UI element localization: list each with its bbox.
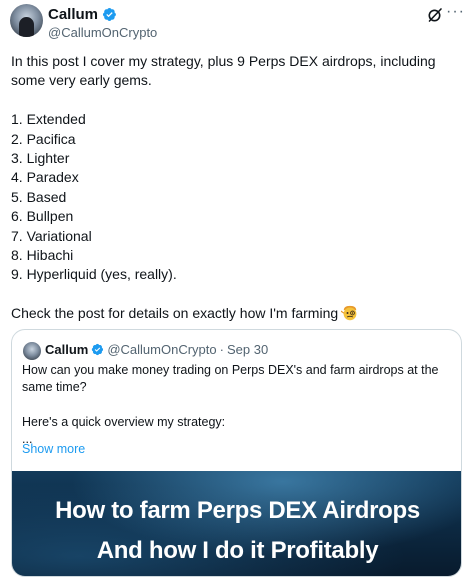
quoted-post[interactable]: Callum @CallumOnCrypto · Sep 30 How can … bbox=[11, 329, 462, 577]
verified-badge-icon bbox=[102, 8, 116, 21]
list-item: 5. Based bbox=[11, 188, 67, 205]
list-item: 2. Pacifica bbox=[11, 130, 76, 147]
quoted-post-image[interactable]: How to farm Perps DEX Airdrops And how I… bbox=[12, 471, 461, 576]
quoted-line: ... bbox=[22, 432, 33, 447]
post-outro: Check the post for details on exactly ho… bbox=[11, 304, 461, 323]
separator-dot: · bbox=[219, 342, 224, 357]
post-header: Callum @CallumOnCrypto ··· bbox=[0, 0, 474, 46]
quoted-author-avatar bbox=[23, 342, 41, 360]
image-headline: How to farm Perps DEX Airdrops bbox=[55, 497, 420, 524]
post-intro: In this post I cover my strategy, plus 9… bbox=[11, 53, 436, 89]
list-item: 4. Paradex bbox=[11, 169, 79, 186]
quoted-author-handle: @CallumOnCrypto bbox=[107, 342, 217, 357]
show-more-link[interactable]: Show more bbox=[22, 442, 85, 456]
verified-badge-icon bbox=[92, 343, 104, 356]
more-icon[interactable]: ··· bbox=[446, 3, 465, 21]
list-item: 9. Hyperliquid (yes, really). bbox=[11, 266, 177, 283]
list-item: 7. Variational bbox=[11, 227, 92, 244]
post-text: In this post I cover my strategy, plus 9… bbox=[11, 52, 461, 324]
image-subheadline: And how I do it Profitably bbox=[96, 537, 379, 564]
list-item: 6. Bullpen bbox=[11, 208, 74, 225]
quoted-line: Here's a quick overview my strategy: bbox=[22, 414, 226, 429]
quoted-author-name: Callum bbox=[45, 342, 89, 357]
grok-icon[interactable] bbox=[427, 7, 443, 23]
author-handle[interactable]: @CallumOnCrypto bbox=[48, 25, 157, 40]
quoted-post-date: Sep 30 bbox=[226, 342, 269, 357]
quoted-post-text: How can you make money trading on Perps … bbox=[22, 362, 452, 448]
quoted-author-row: Callum @CallumOnCrypto · Sep 30 bbox=[45, 342, 268, 357]
list-item: 1. Extended bbox=[11, 111, 86, 128]
face-with-monocle-emoji bbox=[341, 306, 357, 321]
list-item: 8. Hibachi bbox=[11, 247, 74, 264]
author-name[interactable]: Callum bbox=[48, 6, 98, 23]
list-item: 3. Lighter bbox=[11, 150, 70, 167]
author-name-row: Callum bbox=[48, 6, 117, 23]
post-outro-text: Check the post for details on exactly ho… bbox=[11, 305, 339, 322]
quoted-line: How can you make money trading on Perps … bbox=[22, 363, 439, 395]
author-avatar[interactable] bbox=[10, 4, 43, 37]
